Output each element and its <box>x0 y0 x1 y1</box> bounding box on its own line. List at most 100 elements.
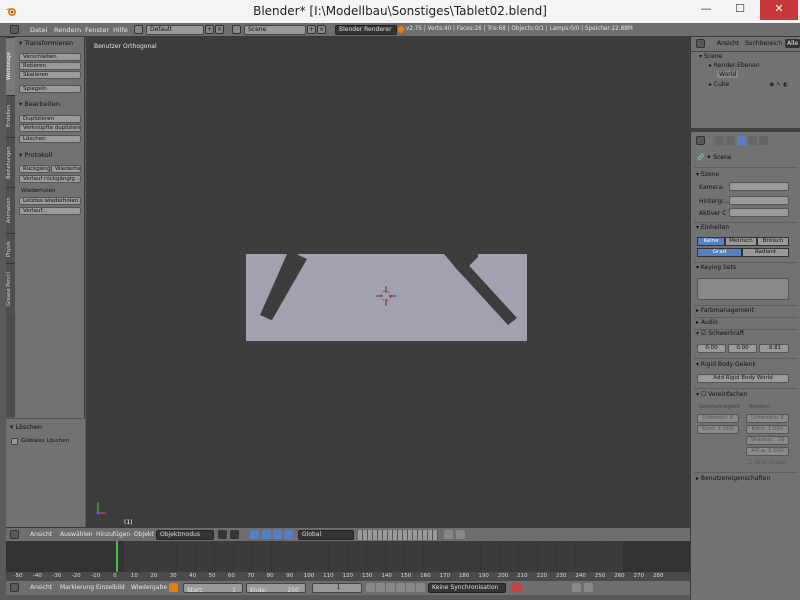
outliner-editor-icon[interactable] <box>696 39 705 48</box>
redo-button[interactable]: Wiederher <box>51 165 81 173</box>
scene-tab-icon[interactable] <box>737 136 746 145</box>
menu-timeline-view[interactable]: Ansicht <box>30 584 52 591</box>
outliner-cube[interactable]: ▸ Cube <box>709 81 729 88</box>
mode-select[interactable]: Objektmodus <box>156 530 214 540</box>
undo-history-button[interactable]: Verlauf rückgängig ... <box>19 175 81 183</box>
custom-properties-header[interactable]: ▸ Benutzereigenschaften <box>696 475 770 482</box>
render-layers-tab-icon[interactable] <box>726 136 735 145</box>
timeline-editor-icon[interactable] <box>10 583 19 592</box>
units-panel-header[interactable]: ▾ Einheiten <box>696 224 729 231</box>
rotation-degrees-button[interactable]: Grad <box>697 248 742 257</box>
shadow-samples-field[interactable]: Shadow : 16 <box>746 436 789 445</box>
minimize-button[interactable]: — <box>690 0 722 20</box>
duplicate-linked-button[interactable]: Verknüpfte duplizieren <box>19 124 81 132</box>
rigid-body-header[interactable]: ▾ Rigid Body Gelenk <box>696 361 756 368</box>
menu-marker[interactable]: Markierung <box>60 584 94 591</box>
child-particles-render-field[interactable]: Kind: 1.000 <box>746 425 789 434</box>
auto-keying-icon[interactable] <box>512 583 521 592</box>
tab-physics[interactable]: Physik <box>6 233 15 263</box>
color-management-header[interactable]: ▸ Farbmanagement <box>696 307 754 314</box>
delete-button[interactable]: Löschen <box>19 135 81 143</box>
menu-render[interactable]: Rendern <box>54 26 81 34</box>
tab-grease-pencil[interactable]: Grease Pencil <box>6 263 15 315</box>
menu-help[interactable]: Hilfe <box>113 26 128 34</box>
3d-view-editor-icon[interactable] <box>10 530 19 539</box>
outliner-tab-search[interactable]: Suchbereich <box>745 40 782 47</box>
unit-none-button[interactable]: Keine <box>697 237 725 246</box>
layer-buttons[interactable] <box>358 530 438 540</box>
prev-keyframe-icon[interactable] <box>376 583 385 592</box>
menu-view[interactable]: Ansicht <box>30 531 52 538</box>
menu-add[interactable]: Hinzufügen <box>96 531 130 538</box>
lock-layers-icon[interactable] <box>444 530 453 539</box>
current-frame-field[interactable]: 1 <box>312 583 362 593</box>
gravity-x-field[interactable]: 0.00 <box>697 344 726 353</box>
rotation-radians-button[interactable]: Radiant <box>742 248 789 257</box>
add-layout-icon[interactable]: + <box>205 25 214 34</box>
rotate-manipulator-icon[interactable] <box>273 530 282 539</box>
audio-header[interactable]: ▸ Audio <box>696 319 718 326</box>
unit-metric-button[interactable]: Metrisch <box>725 237 757 246</box>
editor-type-icon[interactable] <box>10 25 19 34</box>
child-particles-viewport-field[interactable]: Kind: 1.000 <box>697 425 739 434</box>
tab-animation[interactable]: Animation <box>6 187 15 233</box>
play-reverse-icon[interactable] <box>386 583 395 592</box>
keying-sets-header[interactable]: ▾ Keying Sets <box>696 264 736 271</box>
delete-keyframe-icon[interactable] <box>584 583 593 592</box>
rotate-button[interactable]: Rotieren <box>19 62 81 70</box>
transform-orientation-select[interactable]: Global <box>298 530 354 540</box>
add-rigid-body-world-button[interactable]: Add Rigid Body World <box>697 374 789 383</box>
duplicate-button[interactable]: Duplizieren <box>19 115 81 123</box>
simplify-header[interactable]: ▾ ☐ Vereinfachen <box>696 391 747 398</box>
translate-button[interactable]: Verschieben <box>19 53 81 61</box>
remove-scene-icon[interactable]: × <box>317 25 326 34</box>
delete-operator-header[interactable]: ▾ Löschen <box>10 423 42 431</box>
3d-viewport[interactable]: Benutzer Orthogonal (1) <box>86 37 690 527</box>
insert-keyframe-icon[interactable] <box>572 583 581 592</box>
background-scene-field[interactable] <box>729 196 789 205</box>
jump-start-icon[interactable] <box>366 583 375 592</box>
translate-manipulator-icon[interactable] <box>262 530 271 539</box>
pivot-point-icon[interactable] <box>230 530 239 539</box>
unit-imperial-button[interactable]: Britisch <box>757 237 789 246</box>
subdivision-render-field[interactable]: Unterteilu 6 <box>746 414 789 423</box>
next-keyframe-icon[interactable] <box>406 583 415 592</box>
object-tab-icon[interactable] <box>759 136 768 145</box>
layout-field[interactable]: Default <box>146 25 204 35</box>
close-button[interactable]: ✕ <box>760 0 798 20</box>
jump-end-icon[interactable] <box>416 583 425 592</box>
sync-mode-select[interactable]: Keine Synchronisation <box>428 583 506 593</box>
menu-playback[interactable]: Wiedergabe <box>131 584 167 591</box>
active-clip-field[interactable] <box>729 208 789 217</box>
subdivision-viewport-field[interactable]: Unterteil: 6 <box>697 414 739 423</box>
outliner-render-layers[interactable]: ▸ Render-Ebenen <box>709 62 760 69</box>
frame-ruler[interactable]: -50 -40 -30 -20 -10 0 10 20 30 40 50 60 70 80 90 100 110… <box>6 572 690 581</box>
tab-tools[interactable]: Werkzeuge <box>6 37 15 95</box>
outliner-world[interactable]: World <box>717 71 739 78</box>
tab-relations[interactable]: Beziehungen <box>6 137 15 187</box>
outliner-filter-all[interactable]: Alle <box>785 39 800 48</box>
tab-create[interactable]: Erstellen <box>6 95 15 137</box>
edit-header[interactable]: ▾ Bearbeiten <box>19 100 60 108</box>
gravity-y-field[interactable]: 0.00 <box>728 344 757 353</box>
scale-button[interactable]: Skalieren <box>19 71 81 79</box>
remove-layout-icon[interactable]: × <box>215 25 224 34</box>
menu-window[interactable]: Fenster <box>85 26 109 34</box>
skip-quad-checkbox[interactable]: ☐ Skip Quad <box>747 459 785 466</box>
render-engine-select[interactable]: Blender Renderer <box>335 25 397 35</box>
menu-object[interactable]: Objekt <box>134 531 154 538</box>
transform-header[interactable]: ▾ Transformieren <box>19 39 73 47</box>
world-tab-icon[interactable] <box>748 136 757 145</box>
properties-editor-icon[interactable] <box>696 136 705 145</box>
play-icon[interactable] <box>396 583 405 592</box>
start-frame-field[interactable]: Start: 1 <box>183 583 243 594</box>
scene-panel-header[interactable]: ▾ Szene <box>696 171 719 178</box>
history-header[interactable]: ▾ Protokoll <box>19 151 52 159</box>
repeat-last-button[interactable]: Letztes wiederholen <box>19 197 81 205</box>
preview-range-icon[interactable] <box>169 583 178 592</box>
scale-manipulator-icon[interactable] <box>284 530 293 539</box>
manipulator-icon[interactable] <box>250 530 259 539</box>
render-preview-icon[interactable] <box>456 530 465 539</box>
outliner-scene[interactable]: ▾ Scene <box>699 53 722 60</box>
menu-file[interactable]: Datei <box>30 26 47 34</box>
